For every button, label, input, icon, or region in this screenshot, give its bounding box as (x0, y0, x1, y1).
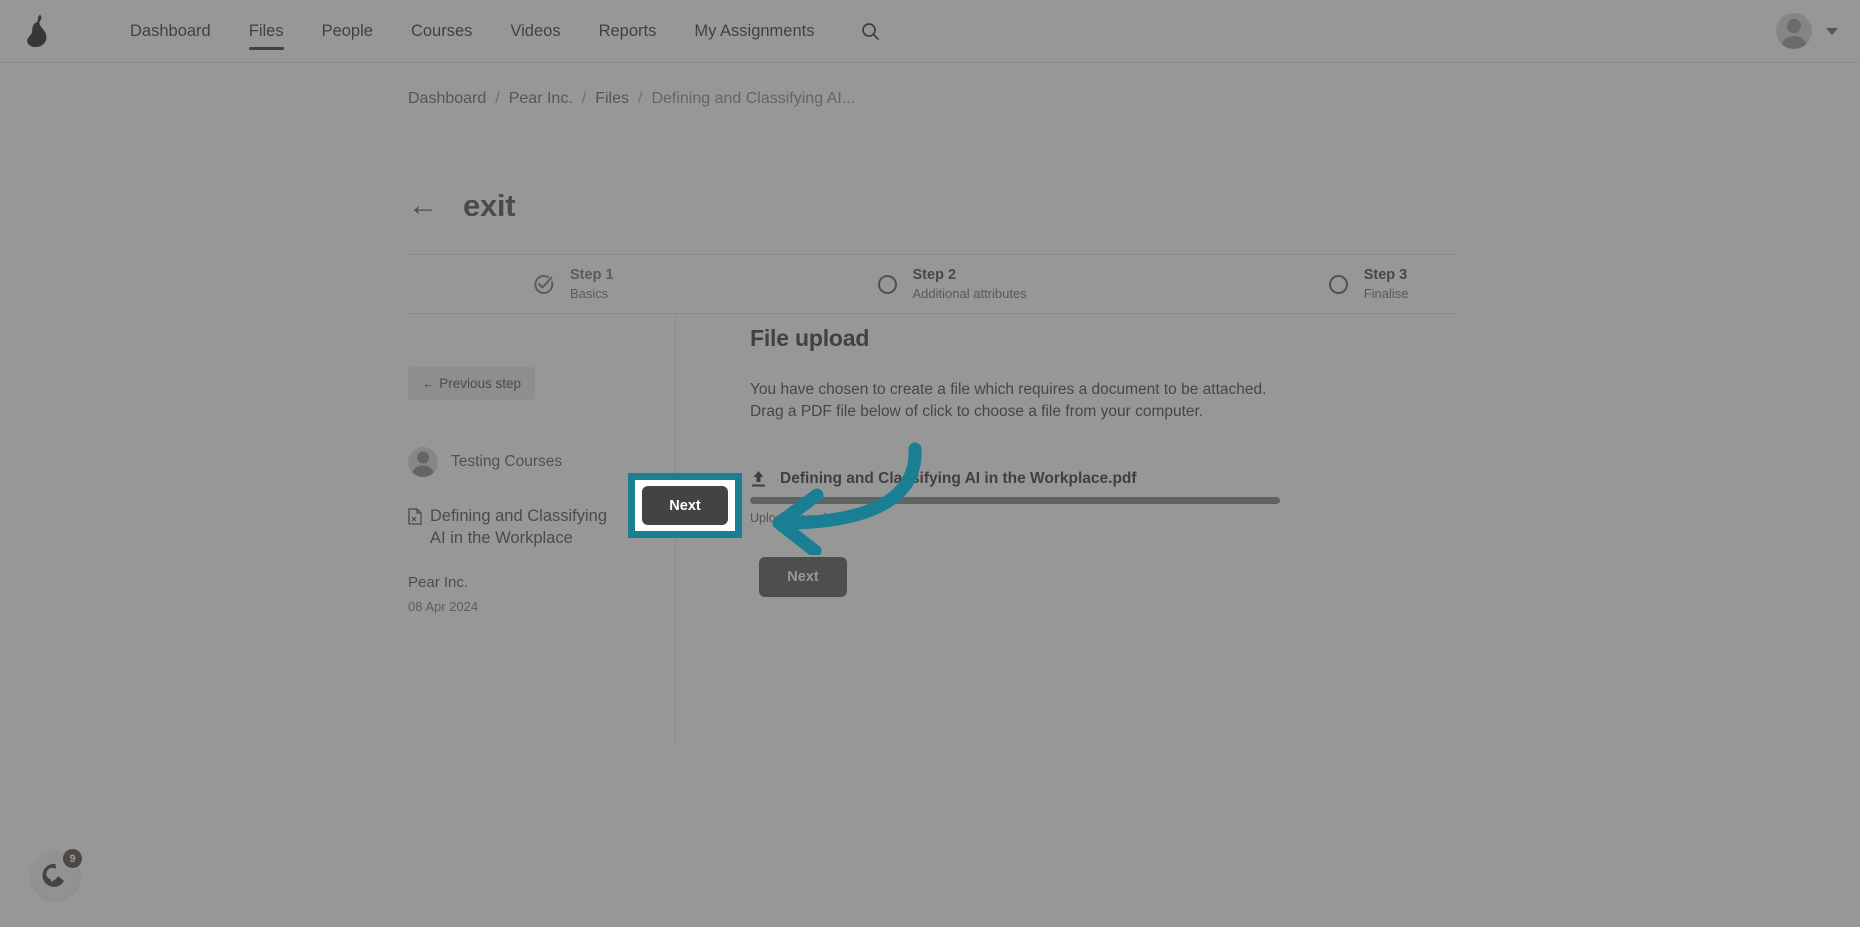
document-title-row: Defining and Classifying AI in the Workp… (408, 505, 623, 550)
organisation-name: Pear Inc. (408, 573, 469, 591)
nav-label: People (321, 21, 373, 40)
next-button[interactable]: Next (759, 556, 847, 597)
search-button[interactable] (855, 16, 886, 47)
pdf-file-icon (408, 508, 422, 525)
upload-status-label: Upload complete (750, 510, 844, 525)
back-arrow-icon: ← (408, 189, 438, 222)
page-title: File upload (750, 325, 870, 351)
nav-item-videos[interactable]: Videos (491, 0, 579, 63)
breadcrumb-item-files[interactable]: Files (595, 90, 629, 108)
nav-label: Courses (410, 21, 473, 40)
nav-item-people[interactable]: People (303, 0, 392, 63)
nav-items: Dashboard Files People Courses Videos Re… (111, 0, 886, 63)
uploaded-file-name: Defining and Classifying AI in the Workp… (780, 469, 1137, 487)
upload-row: Defining and Classifying AI in the Workp… (750, 470, 1456, 488)
page-root: Dashboard Files People Courses Videos Re… (0, 0, 1860, 927)
exit-label: exit (463, 188, 516, 223)
step-2-text: Step 2 Additional attributes (913, 266, 1027, 302)
step-1-title: Step 1 (570, 266, 614, 283)
owner-avatar (408, 447, 438, 477)
circle-outline-icon (1328, 274, 1348, 294)
step-2[interactable]: Step 2 Additional attributes (877, 266, 1027, 302)
upload-icon (752, 470, 765, 487)
document-title: Defining and Classifying AI in the Workp… (430, 507, 608, 548)
wizard-stepper: Step 1 Basics Step 2 Additional attribut… (408, 254, 1456, 314)
step-3-subtitle: Finalise (1363, 285, 1409, 301)
nav-item-files[interactable]: Files (230, 0, 303, 63)
nav-item-my-assignments[interactable]: My Assignments (675, 0, 833, 63)
document-date: 08 Apr 2024 (408, 598, 479, 614)
nav-right-group (1776, 13, 1838, 49)
upload-progress-fill (750, 496, 1280, 504)
main-content: Dashboard / Pear Inc. / Files / Defining… (0, 63, 1860, 927)
owner-row: Testing Courses (408, 447, 655, 477)
panel-description: You have chosen to create a file which r… (750, 381, 1267, 421)
circle-outline-icon (877, 274, 897, 294)
user-avatar-icon (1781, 19, 1807, 49)
nav-label: Dashboard (130, 21, 211, 40)
next-button-highlighted[interactable]: Next (642, 486, 728, 525)
nav-label: Files (248, 21, 284, 40)
breadcrumb-item-pear-inc[interactable]: Pear Inc. (509, 90, 573, 108)
previous-step-button[interactable]: ← Previous step (408, 367, 536, 400)
nav-item-reports[interactable]: Reports (580, 0, 676, 63)
step-1-text: Step 1 Basics (570, 266, 614, 302)
help-widget-icon (42, 863, 64, 887)
brand-logo[interactable] (8, 14, 66, 48)
wizard-body: ← Previous step Testing Courses Defining… (408, 315, 1456, 745)
nav-item-dashboard[interactable]: Dashboard (111, 0, 230, 63)
upload-progress-bar (750, 496, 1280, 504)
exit-button[interactable]: ← exit (408, 188, 516, 224)
step-1[interactable]: Step 1 Basics (533, 266, 614, 302)
nav-label: My Assignments (694, 21, 815, 40)
avatar[interactable] (1776, 13, 1812, 49)
breadcrumb-separator: / (638, 90, 643, 107)
step-3-text: Step 3 Finalise (1364, 266, 1409, 302)
owner-name: Testing Courses (451, 453, 563, 470)
top-navigation-bar: Dashboard Files People Courses Videos Re… (0, 0, 1860, 63)
breadcrumb-current: Defining and Classifying AI... (651, 90, 856, 107)
step-1-subtitle: Basics (570, 285, 609, 301)
chevron-down-icon[interactable] (1826, 27, 1838, 35)
nav-label: Videos (510, 21, 561, 40)
step-3-title: Step 3 (1363, 266, 1408, 283)
help-badge-count: 9 (63, 849, 82, 868)
wizard-panel: File upload You have chosen to create a … (676, 315, 1456, 745)
nav-label: Reports (598, 21, 657, 40)
breadcrumb-item-dashboard[interactable]: Dashboard (408, 90, 486, 108)
step-3[interactable]: Step 3 Finalise (1328, 266, 1409, 302)
user-avatar-icon (411, 451, 435, 477)
nav-item-courses[interactable]: Courses (392, 0, 491, 63)
breadcrumb-separator: / (581, 90, 587, 107)
breadcrumb-separator: / (495, 90, 500, 107)
help-widget-button[interactable]: 9 (32, 849, 82, 899)
search-icon (862, 22, 880, 40)
check-circle-icon (534, 274, 554, 294)
breadcrumb: Dashboard / Pear Inc. / Files / Defining… (408, 90, 855, 108)
pear-logo-icon (27, 14, 47, 47)
application-window: Dashboard Files People Courses Videos Re… (0, 0, 1860, 927)
step-2-title: Step 2 (912, 266, 957, 283)
step-2-subtitle: Additional attributes (912, 285, 1027, 301)
